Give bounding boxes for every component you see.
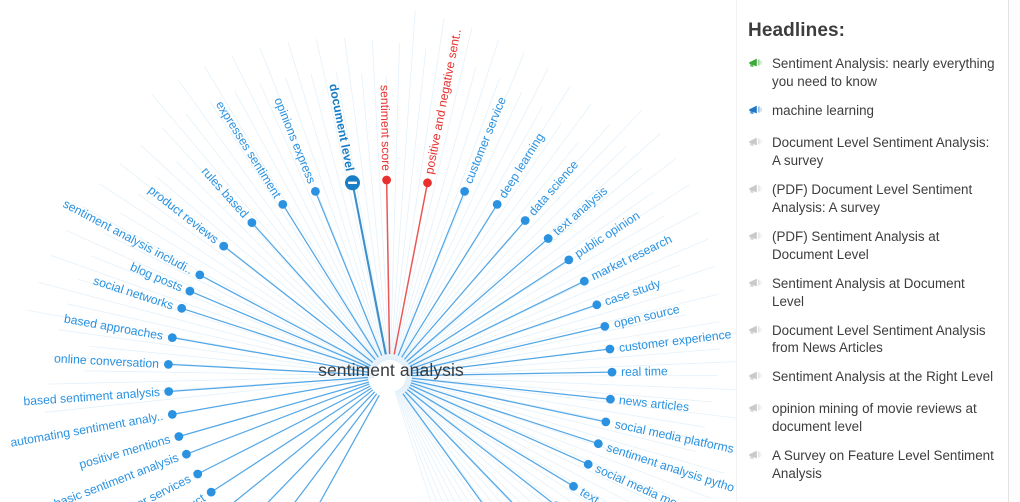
megaphone-icon (748, 230, 763, 244)
headline-link[interactable]: A Survey on Feature Level Sentiment Anal… (772, 447, 998, 483)
megaphone-icon (748, 370, 763, 389)
node-dot[interactable] (544, 234, 553, 243)
node-dot[interactable] (521, 216, 530, 225)
node-dot[interactable] (594, 439, 603, 448)
connector-line (179, 382, 369, 436)
headline-item[interactable]: machine learning (748, 102, 998, 123)
collapse-minus-icon[interactable] (348, 182, 357, 184)
megaphone-icon (748, 136, 763, 150)
headline-link[interactable]: (PDF) Sentiment Analysis at Document Lev… (772, 228, 998, 264)
headline-item[interactable]: Document Level Sentiment Analysis from N… (748, 322, 998, 358)
headlines-title: Headlines: (748, 20, 998, 42)
megaphone-icon (748, 449, 763, 463)
node-dot[interactable] (186, 287, 195, 296)
node-dot[interactable] (493, 200, 502, 209)
megaphone-icon (748, 57, 763, 76)
connector-line (407, 239, 549, 362)
node-dot[interactable] (175, 432, 184, 441)
node-dot[interactable] (278, 200, 287, 209)
megaphone-icon (748, 370, 763, 384)
megaphone-icon (748, 324, 763, 338)
node-dot[interactable] (606, 345, 615, 354)
right-edge-divider (1008, 0, 1009, 502)
headline-link[interactable]: (PDF) Document Level Sentiment Analysis:… (772, 181, 998, 217)
node-dot[interactable] (164, 360, 173, 369)
node-dot[interactable] (219, 242, 228, 251)
megaphone-icon (748, 277, 763, 296)
node-dot[interactable] (606, 395, 615, 404)
node-dot[interactable] (608, 368, 617, 377)
node-dot[interactable] (195, 271, 204, 280)
headline-item[interactable]: Document Level Sentiment Analysis: A sur… (748, 134, 998, 170)
megaphone-icon (748, 324, 763, 343)
megaphone-icon (748, 136, 763, 155)
page-scrollbar-track[interactable] (1009, 0, 1020, 502)
node-dot[interactable] (207, 488, 216, 497)
node-dot[interactable] (382, 176, 391, 185)
node-label[interactable]: real time (621, 365, 668, 378)
node-dot[interactable] (584, 460, 593, 469)
megaphone-icon (748, 277, 763, 291)
node-dot[interactable] (311, 187, 320, 196)
node-dot[interactable] (423, 178, 432, 187)
node-dots[interactable] (164, 175, 616, 502)
radial-keyword-graph[interactable]: sentiment analysis sentiment analysis in… (0, 0, 736, 502)
headline-item[interactable]: Sentiment Analysis: nearly everything yo… (748, 55, 998, 91)
node-dot[interactable] (168, 333, 177, 342)
node-dot[interactable] (460, 187, 469, 196)
node-dot[interactable] (601, 418, 610, 427)
node-dot[interactable] (182, 450, 191, 459)
node-dot[interactable] (164, 387, 173, 396)
connector-line (200, 275, 371, 366)
headline-list[interactable]: Sentiment Analysis: nearly everything yo… (748, 55, 998, 483)
headline-item[interactable]: Sentiment Analysis at Document Level (748, 275, 998, 311)
headline-link[interactable]: opinion mining of movie reviews at docum… (772, 400, 998, 436)
headline-item[interactable]: (PDF) Sentiment Analysis at Document Lev… (748, 228, 998, 264)
node-dot[interactable] (177, 304, 186, 313)
node-dot[interactable] (580, 277, 589, 286)
megaphone-icon (748, 104, 763, 118)
megaphone-icon (748, 183, 763, 202)
headline-link[interactable]: machine learning (772, 102, 874, 120)
connector-line (198, 386, 371, 474)
headline-item[interactable]: opinion mining of movie reviews at docum… (748, 400, 998, 436)
node-label[interactable]: sentiment score (379, 85, 393, 171)
node-dot[interactable] (193, 470, 202, 479)
node-dot[interactable] (248, 218, 257, 227)
node-dot[interactable] (564, 256, 573, 265)
node-dot[interactable] (592, 300, 601, 309)
megaphone-icon (748, 57, 763, 71)
connector-line (409, 260, 569, 364)
megaphone-icon (748, 449, 763, 468)
headline-link[interactable]: Sentiment Analysis at the Right Level (772, 368, 993, 386)
megaphone-icon (748, 230, 763, 249)
center-keyword-label: sentiment analysis (306, 360, 476, 381)
headline-item[interactable]: (PDF) Document Level Sentiment Analysis:… (748, 181, 998, 217)
megaphone-icon (748, 402, 763, 421)
headline-link[interactable]: Sentiment Analysis at Document Level (772, 275, 998, 311)
connector-line (246, 392, 375, 502)
node-dot[interactable] (569, 482, 578, 491)
keyword-graph-page: sentiment analysis sentiment analysis in… (0, 0, 1020, 502)
sidebar-left-divider (736, 0, 737, 502)
node-dot[interactable] (168, 410, 177, 419)
headline-link[interactable]: Document Level Sentiment Analysis: A sur… (772, 134, 998, 170)
headline-item[interactable]: A Survey on Feature Level Sentiment Anal… (748, 447, 998, 483)
node-dot[interactable] (600, 322, 609, 331)
connector-line (404, 221, 525, 360)
headline-link[interactable]: Sentiment Analysis: nearly everything yo… (772, 55, 998, 91)
headline-item[interactable]: Sentiment Analysis at the Right Level (748, 368, 998, 389)
headline-link[interactable]: Document Level Sentiment Analysis from N… (772, 322, 998, 358)
megaphone-icon (748, 402, 763, 416)
megaphone-icon (748, 104, 763, 123)
megaphone-icon (748, 183, 763, 197)
headlines-sidebar[interactable]: Headlines: Sentiment Analysis: nearly ev… (736, 0, 1020, 502)
